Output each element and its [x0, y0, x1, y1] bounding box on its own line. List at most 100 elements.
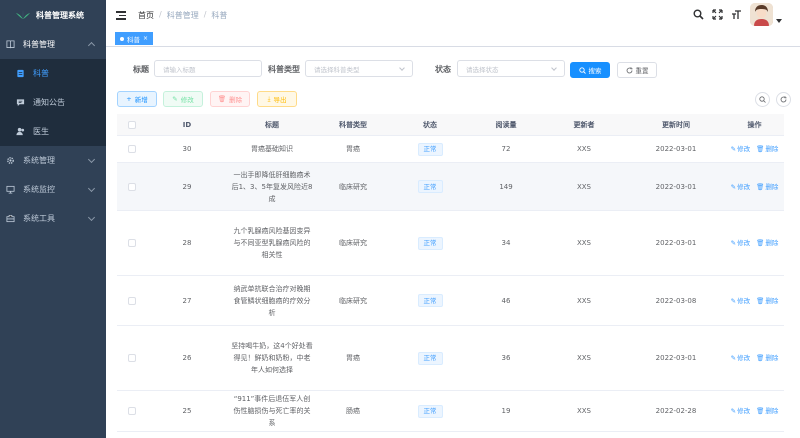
data-table: ID 标题 科普类型 状态 阅读量 更新者 更新时间 操作 30 胃癌基础知识 胃癌…	[117, 114, 784, 432]
row-checkbox[interactable]	[128, 182, 136, 191]
sidebar-group-kepu-manage[interactable]: 科普管理	[0, 30, 106, 59]
row-edit-label: 修改	[737, 407, 751, 415]
sidebar-item-doctor[interactable]: 医生	[0, 117, 106, 146]
close-icon[interactable]: ×	[143, 35, 148, 42]
sidebar-group-label: 系统监控	[23, 185, 55, 194]
cell-type: 肠癌	[346, 407, 360, 415]
table-row[interactable]: 27 纳武单抗联合治疗对晚期食管鳞状细胞癌的疗效分析 临床研究 正常 46 XXS 2022…	[117, 276, 784, 326]
add-button[interactable]: + 新增	[117, 91, 157, 107]
leaf-logo-icon	[16, 10, 30, 19]
toggle-search-button[interactable]	[755, 92, 770, 107]
cell-title: 一出手即降低肝细胞癌术后1、3、5年复发风险近8成	[231, 170, 313, 203]
table-row[interactable]: 28 九个乳腺癌风险基因变异与不同亚型乳腺癌风险的相关性 临床研究 正常 34 XXS 20…	[117, 211, 784, 276]
cell-type: 临床研究	[339, 296, 367, 305]
chevron-up-icon	[87, 41, 96, 50]
search-button[interactable]: 搜索	[570, 62, 610, 78]
row-delete-link[interactable]: 🗑 删除	[756, 405, 778, 417]
avatar[interactable]	[750, 3, 773, 26]
sidebar-group-system-manage[interactable]: 系统管理	[0, 146, 106, 175]
caret-down-icon[interactable]	[776, 18, 782, 23]
table-row[interactable]: 25 “911”事件后退伍军人创伤性脑损伤与死亡率的关系 肠癌 正常 19 XXS 2022…	[117, 391, 784, 432]
delete-button[interactable]: 🗑 删除	[210, 91, 250, 107]
sidebar-item-label: 科普	[33, 69, 49, 78]
row-checkbox[interactable]	[128, 296, 136, 305]
column-header[interactable]: 阅读量	[471, 114, 541, 135]
search-icon[interactable]	[693, 9, 704, 20]
sidebar-group-system-tools[interactable]: 系统工具	[0, 204, 106, 233]
breadcrumb-item: 科普	[211, 10, 228, 20]
row-edit-link[interactable]: ✎ 修改	[731, 295, 750, 307]
edit-icon: ✎	[730, 354, 737, 362]
fullscreen-icon[interactable]	[712, 9, 723, 20]
sidebar-item-label: 通知公告	[33, 98, 65, 107]
cell-reads: 46	[501, 296, 511, 305]
row-delete-link[interactable]: 🗑 删除	[756, 295, 778, 307]
toolbox-icon	[6, 214, 15, 223]
user-icon	[16, 127, 25, 136]
hamburger-icon[interactable]	[116, 11, 126, 20]
status-label: 状态	[435, 65, 451, 74]
status-select[interactable]: 请选择状态	[457, 60, 565, 77]
export-button[interactable]: ⤓ 导出	[257, 91, 297, 107]
column-header[interactable]: 更新时间	[627, 114, 725, 135]
row-edit-label: 修改	[737, 296, 751, 305]
cell-title: “911”事件后退伍军人创伤性脑损伤与死亡率的关系	[233, 395, 311, 427]
row-edit-link[interactable]: ✎ 修改	[731, 405, 750, 417]
search-form: 标题 请输入标题 科普类型 请选择科普类型 状态 请选择状态 搜索 重置	[106, 58, 800, 80]
row-edit-link[interactable]: ✎ 修改	[731, 352, 750, 364]
row-edit-label: 修改	[737, 182, 751, 191]
column-header[interactable]: 标题	[227, 114, 317, 135]
column-header[interactable]: ID	[147, 114, 227, 135]
table-row[interactable]: 29 一出手即降低肝细胞癌术后1、3、5年复发风险近8成 临床研究 正常 149 XXS 2…	[117, 163, 784, 211]
sidebar-item-kepu[interactable]: 科普	[0, 59, 106, 88]
row-edit-label: 修改	[737, 239, 751, 247]
column-header[interactable]: 状态	[389, 114, 471, 135]
cell-title: 坚持喝牛奶，这4个好处看得见！鲜奶和奶粉，中老年人如何选择	[231, 342, 313, 374]
row-edit-link[interactable]: ✎ 修改	[731, 237, 750, 249]
sidebar-group-system-monitor[interactable]: 系统监控	[0, 175, 106, 204]
row-checkbox[interactable]	[128, 145, 136, 153]
refresh-button[interactable]	[776, 92, 791, 107]
tag-kepu[interactable]: 科普 ×	[115, 32, 154, 45]
sidebar-group-label: 系统管理	[23, 156, 55, 165]
sidebar-item-notice[interactable]: 通知公告	[0, 88, 106, 117]
title-input[interactable]: 请输入标题	[154, 60, 262, 77]
select-all-checkbox[interactable]	[128, 120, 136, 129]
table-row[interactable]: 30 胃癌基础知识 胃癌 正常 72 XXS 2022-03-01 ✎ 修改 🗑 删除	[117, 136, 784, 163]
plus-icon: +	[126, 95, 132, 103]
row-delete-link[interactable]: 🗑 删除	[756, 352, 778, 364]
table-body: 30 胃癌基础知识 胃癌 正常 72 XXS 2022-03-01 ✎ 修改 🗑 删除 29 一出手即降…	[117, 136, 784, 432]
cell-reads: 149	[499, 182, 513, 191]
status-badge: 正常	[417, 294, 443, 307]
cell-update-time: 2022-03-08	[655, 296, 697, 305]
row-checkbox[interactable]	[128, 407, 136, 415]
breadcrumb-home[interactable]: 首页	[138, 10, 154, 21]
column-header[interactable]: 科普类型	[317, 114, 389, 135]
column-header[interactable]: 更新者	[541, 114, 627, 135]
status-badge: 正常	[417, 404, 443, 418]
cell-reads: 36	[501, 354, 511, 362]
type-select[interactable]: 请选择科普类型	[305, 60, 413, 77]
sidebar-group-label: 科普管理	[23, 40, 55, 49]
row-delete-link[interactable]: 🗑 删除	[756, 143, 778, 155]
row-checkbox[interactable]	[128, 239, 136, 247]
avatar-image	[750, 3, 773, 26]
cell-id: 28	[182, 239, 192, 247]
row-delete-link[interactable]: 🗑 删除	[756, 181, 778, 193]
table-row[interactable]: 26 坚持喝牛奶，这4个好处看得见！鲜奶和奶粉，中老年人如何选择 胃癌 正常 36 XXS…	[117, 326, 784, 391]
active-dot-icon	[120, 36, 124, 41]
row-edit-link[interactable]: ✎ 修改	[731, 143, 750, 155]
cell-updater: XXS	[576, 407, 592, 415]
font-size-icon[interactable]	[731, 9, 742, 20]
edit-button[interactable]: ✎ 修改	[163, 91, 203, 107]
row-delete-label: 删除	[765, 354, 779, 362]
row-edit-link[interactable]: ✎ 修改	[731, 181, 750, 193]
breadcrumb: 首页 / 科普管理 / 科普	[138, 10, 227, 21]
row-delete-label: 删除	[765, 239, 779, 247]
column-header[interactable]: 操作	[725, 114, 784, 135]
app-logo[interactable]: 科普管理系统	[0, 0, 106, 30]
cell-id: 30	[182, 145, 192, 153]
row-delete-link[interactable]: 🗑 删除	[756, 237, 778, 249]
reset-button[interactable]: 重置	[617, 62, 657, 78]
row-checkbox[interactable]	[128, 354, 136, 362]
